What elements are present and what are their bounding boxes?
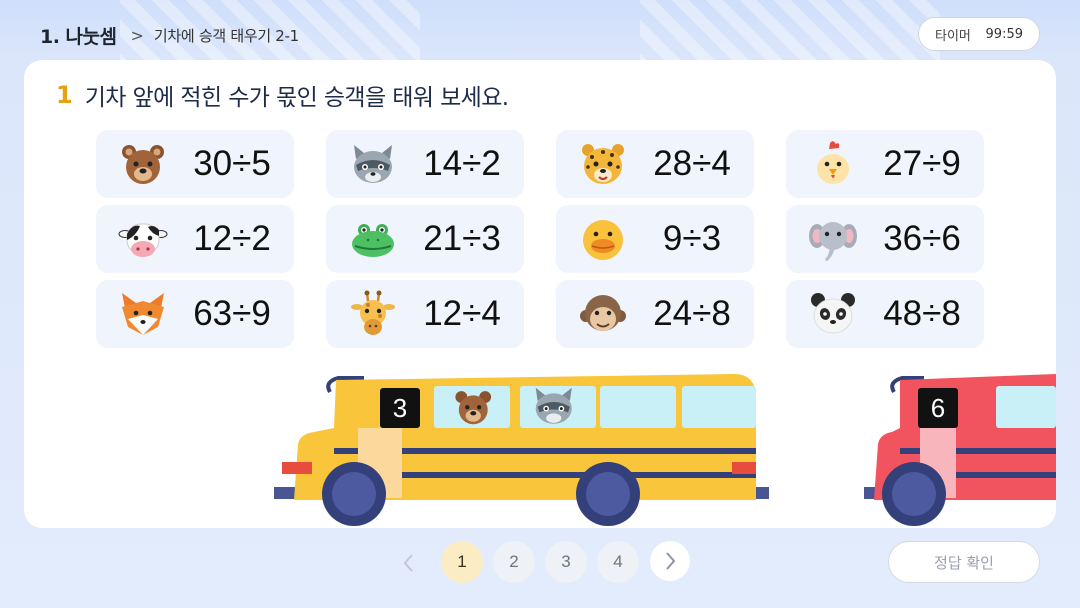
- passenger-tile[interactable]: 12÷4: [326, 280, 524, 348]
- timer-badge: 타이머 99:59: [918, 17, 1040, 51]
- giraffe-icon: [351, 290, 395, 335]
- check-answer-button[interactable]: 정답 확인: [888, 541, 1040, 583]
- page-4-button[interactable]: 4: [597, 541, 639, 583]
- leopard-icon: [582, 144, 624, 184]
- passenger-tile[interactable]: 28÷4: [556, 130, 754, 198]
- division-expression: 63÷9: [193, 294, 271, 333]
- crocodile-icon: [352, 224, 394, 257]
- cow-icon: [118, 223, 168, 257]
- division-expression: 24÷8: [653, 294, 731, 333]
- chevron-right-icon: [666, 552, 676, 570]
- page-2-button[interactable]: 2: [493, 541, 535, 583]
- division-expression: 36÷6: [883, 219, 961, 258]
- question-number: 1: [56, 81, 73, 109]
- chevron-right-icon: >: [130, 25, 144, 45]
- bus-number: 6: [918, 388, 958, 428]
- division-expression: 48÷8: [883, 294, 961, 333]
- passenger-tile[interactable]: 48÷8: [786, 280, 984, 348]
- timer-label: 타이머: [935, 28, 971, 44]
- activity-card: 1 기차 앞에 적힌 수가 몫인 승객을 태워 보세요. 30÷5 14÷2 2…: [24, 60, 1056, 528]
- division-expression: 14÷2: [423, 144, 501, 183]
- passenger-tile[interactable]: 21÷3: [326, 205, 524, 273]
- chick-icon: [817, 141, 849, 184]
- lesson-title: 1. 나눗셈: [40, 25, 117, 48]
- page-3-button[interactable]: 3: [545, 541, 587, 583]
- passenger-tile[interactable]: 9÷3: [556, 205, 754, 273]
- passenger-tile[interactable]: 24÷8: [556, 280, 754, 348]
- question-text: 기차 앞에 적힌 수가 몫인 승객을 태워 보세요.: [84, 85, 509, 111]
- division-expression: 9÷3: [662, 219, 722, 258]
- bus-number: 3: [380, 388, 420, 428]
- activity-title: 기차에 승객 태우기 2-1: [153, 26, 299, 45]
- passenger-tile[interactable]: 63÷9: [96, 280, 294, 348]
- raccoon-icon: [354, 145, 392, 183]
- monkey-icon: [580, 295, 626, 331]
- passenger-tile[interactable]: 27÷9: [786, 130, 984, 198]
- passenger-tile[interactable]: 14÷2: [326, 130, 524, 198]
- duck-icon: [583, 220, 623, 260]
- breadcrumb: 1. 나눗셈 > 기차에 승객 태우기 2-1: [40, 18, 299, 52]
- division-expression: 27÷9: [883, 144, 961, 183]
- panda-icon: [811, 293, 855, 334]
- page-1-button[interactable]: 1: [441, 541, 483, 583]
- next-page-button[interactable]: [650, 541, 690, 581]
- elephant-icon: [809, 222, 857, 261]
- timer-value: 99:59: [985, 26, 1023, 42]
- yellow-bus-body: [274, 374, 769, 526]
- passenger-tile[interactable]: 36÷6: [786, 205, 984, 273]
- division-expression: 12÷4: [423, 294, 501, 333]
- bus-3[interactable]: 3: [274, 372, 774, 528]
- bear-icon: [122, 145, 164, 184]
- passenger-tile[interactable]: 30÷5: [96, 130, 294, 198]
- fox-icon: [122, 293, 164, 335]
- bus-6[interactable]: 6: [864, 372, 1056, 528]
- chevron-left-icon[interactable]: [396, 550, 422, 576]
- passenger-tile[interactable]: 12÷2: [96, 205, 294, 273]
- division-expression: 21÷3: [423, 219, 501, 258]
- division-expression: 30÷5: [193, 144, 271, 183]
- red-bus-body: [864, 374, 1056, 526]
- division-expression: 28÷4: [653, 144, 731, 183]
- question: 1 기차 앞에 적힌 수가 몫인 승객을 태워 보세요.: [56, 78, 509, 112]
- division-expression: 12÷2: [193, 219, 271, 258]
